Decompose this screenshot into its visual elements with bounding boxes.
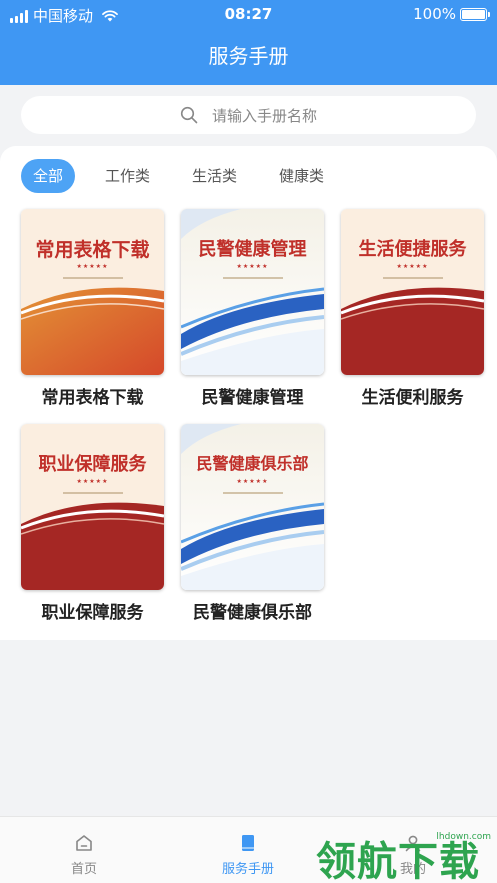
search-icon [180,106,198,124]
tab-manual[interactable]: 服务手册 [198,833,298,877]
cover-background [21,209,164,375]
manual-card[interactable]: 职业保障服务 ★★★★★ 职业保障服务 [21,424,164,623]
tab-all[interactable]: 全部 [21,159,76,193]
manual-cover[interactable]: 民警健康俱乐部 ★★★★★ [181,424,324,590]
manual-card[interactable]: 常用表格下载 ★★★★★ 常用表格下载 [21,209,164,408]
cover-subtitle-line [181,277,324,279]
cover-stars: ★★★★★ [236,478,269,485]
home-icon [76,835,92,851]
page-title: 服务手册 [208,44,289,68]
manual-caption: 民警健康管理 [201,388,304,408]
cover-stars: ★★★★★ [396,263,429,270]
manual-cover[interactable]: 职业保障服务 ★★★★★ [21,424,164,590]
battery-icon [460,7,490,21]
tab-work[interactable]: 工作类 [93,159,162,193]
tab-health[interactable]: 健康类 [267,159,336,193]
category-tabs: 全部 工作类 生活类 健康类 [21,159,336,193]
manual-cover[interactable]: 民警健康管理 ★★★★★ [181,209,324,375]
search-input[interactable]: 请输入手册名称 [21,96,476,134]
manual-caption: 生活便利服务 [361,388,464,408]
cover-title: 生活便捷服务 [358,239,467,260]
watermark-text: 领航下载 [316,839,480,883]
manual-caption: 民警健康俱乐部 [193,603,312,623]
manual-cover[interactable]: 生活便捷服务 ★★★★★ [341,209,484,375]
cover-subtitle-line [21,492,164,494]
book-icon [242,835,254,851]
status-right: 100% [413,5,490,23]
cover-stars: ★★★★★ [76,478,109,485]
cover-background [181,424,324,590]
cover-title: 常用表格下载 [35,239,150,261]
cover-stars: ★★★★★ [76,263,109,270]
cover-stars: ★★★★★ [236,263,269,270]
manual-card[interactable]: 生活便捷服务 ★★★★★ 生活便利服务 [341,209,484,408]
nav-bar: 服务手册 [0,28,497,85]
cover-background [21,424,164,590]
cover-title: 民警健康管理 [198,239,307,260]
tab-home-label: 首页 [70,862,97,877]
cover-subtitle-line [341,277,484,279]
cover-title: 职业保障服务 [38,454,147,475]
manual-caption: 职业保障服务 [41,603,144,623]
tab-life[interactable]: 生活类 [180,159,249,193]
watermark: lhdown.com 领航下载 [316,832,497,883]
manual-cover[interactable]: 常用表格下载 ★★★★★ [21,209,164,375]
cover-subtitle-line [181,492,324,494]
manual-caption: 常用表格下载 [41,388,144,408]
cover-background [341,209,484,375]
manual-card[interactable]: 民警健康管理 ★★★★★ 民警健康管理 [181,209,324,408]
tab-home[interactable]: 首页 [34,833,134,877]
cover-subtitle-line [21,277,164,279]
tab-manual-label: 服务手册 [221,862,274,877]
manual-card[interactable]: 民警健康俱乐部 ★★★★★ 民警健康俱乐部 [181,424,324,623]
cover-background [181,209,324,375]
status-bar: 中国移动 08:27 100% [0,0,497,28]
battery-percent: 100% [413,5,456,23]
search-placeholder: 请输入手册名称 [211,106,317,125]
cover-title: 民警健康俱乐部 [196,454,309,473]
